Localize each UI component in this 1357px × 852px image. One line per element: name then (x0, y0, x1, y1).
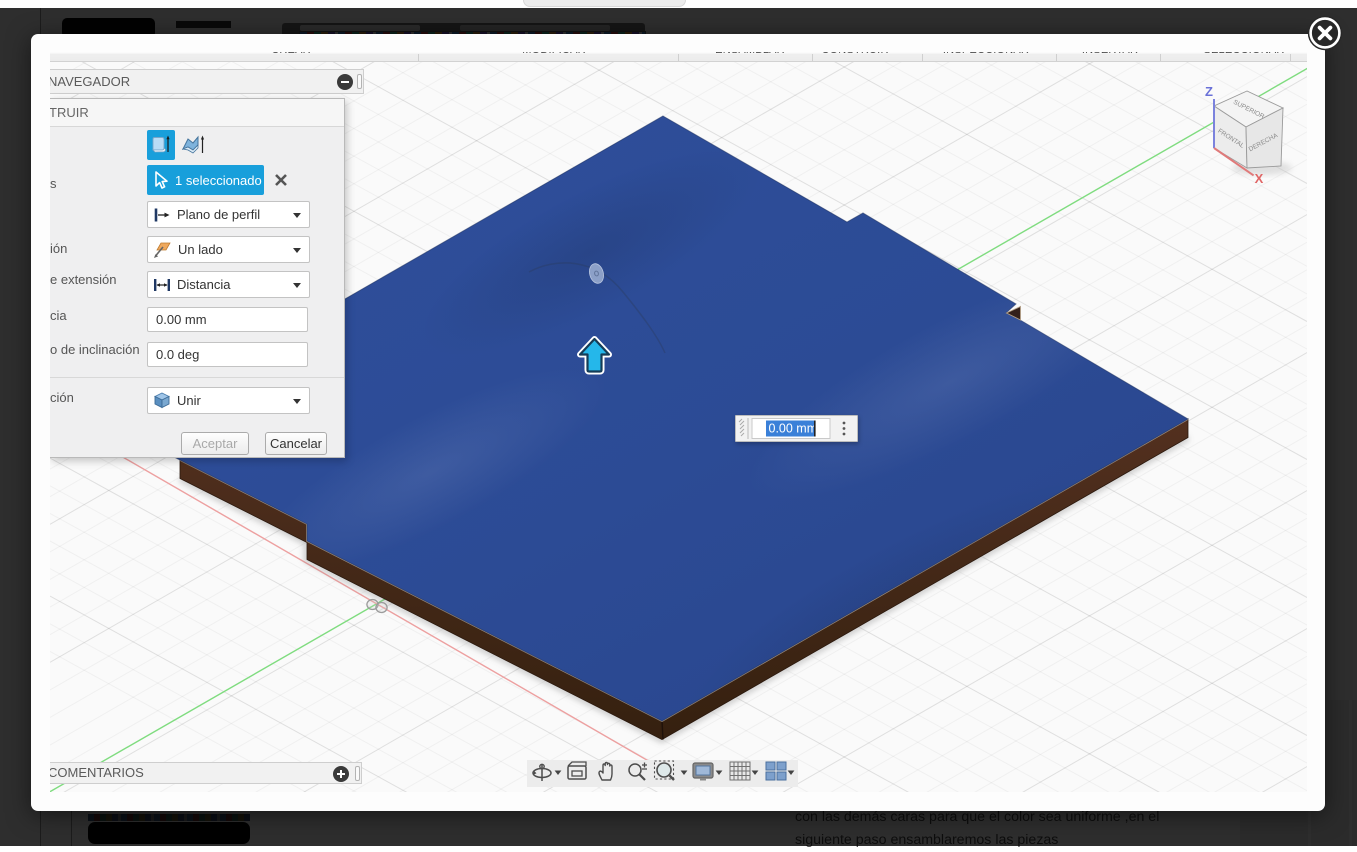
svg-text:X: X (1255, 171, 1264, 186)
svg-text:Z: Z (1205, 84, 1213, 99)
svg-text:0.00 mm: 0.00 mm (769, 422, 818, 436)
